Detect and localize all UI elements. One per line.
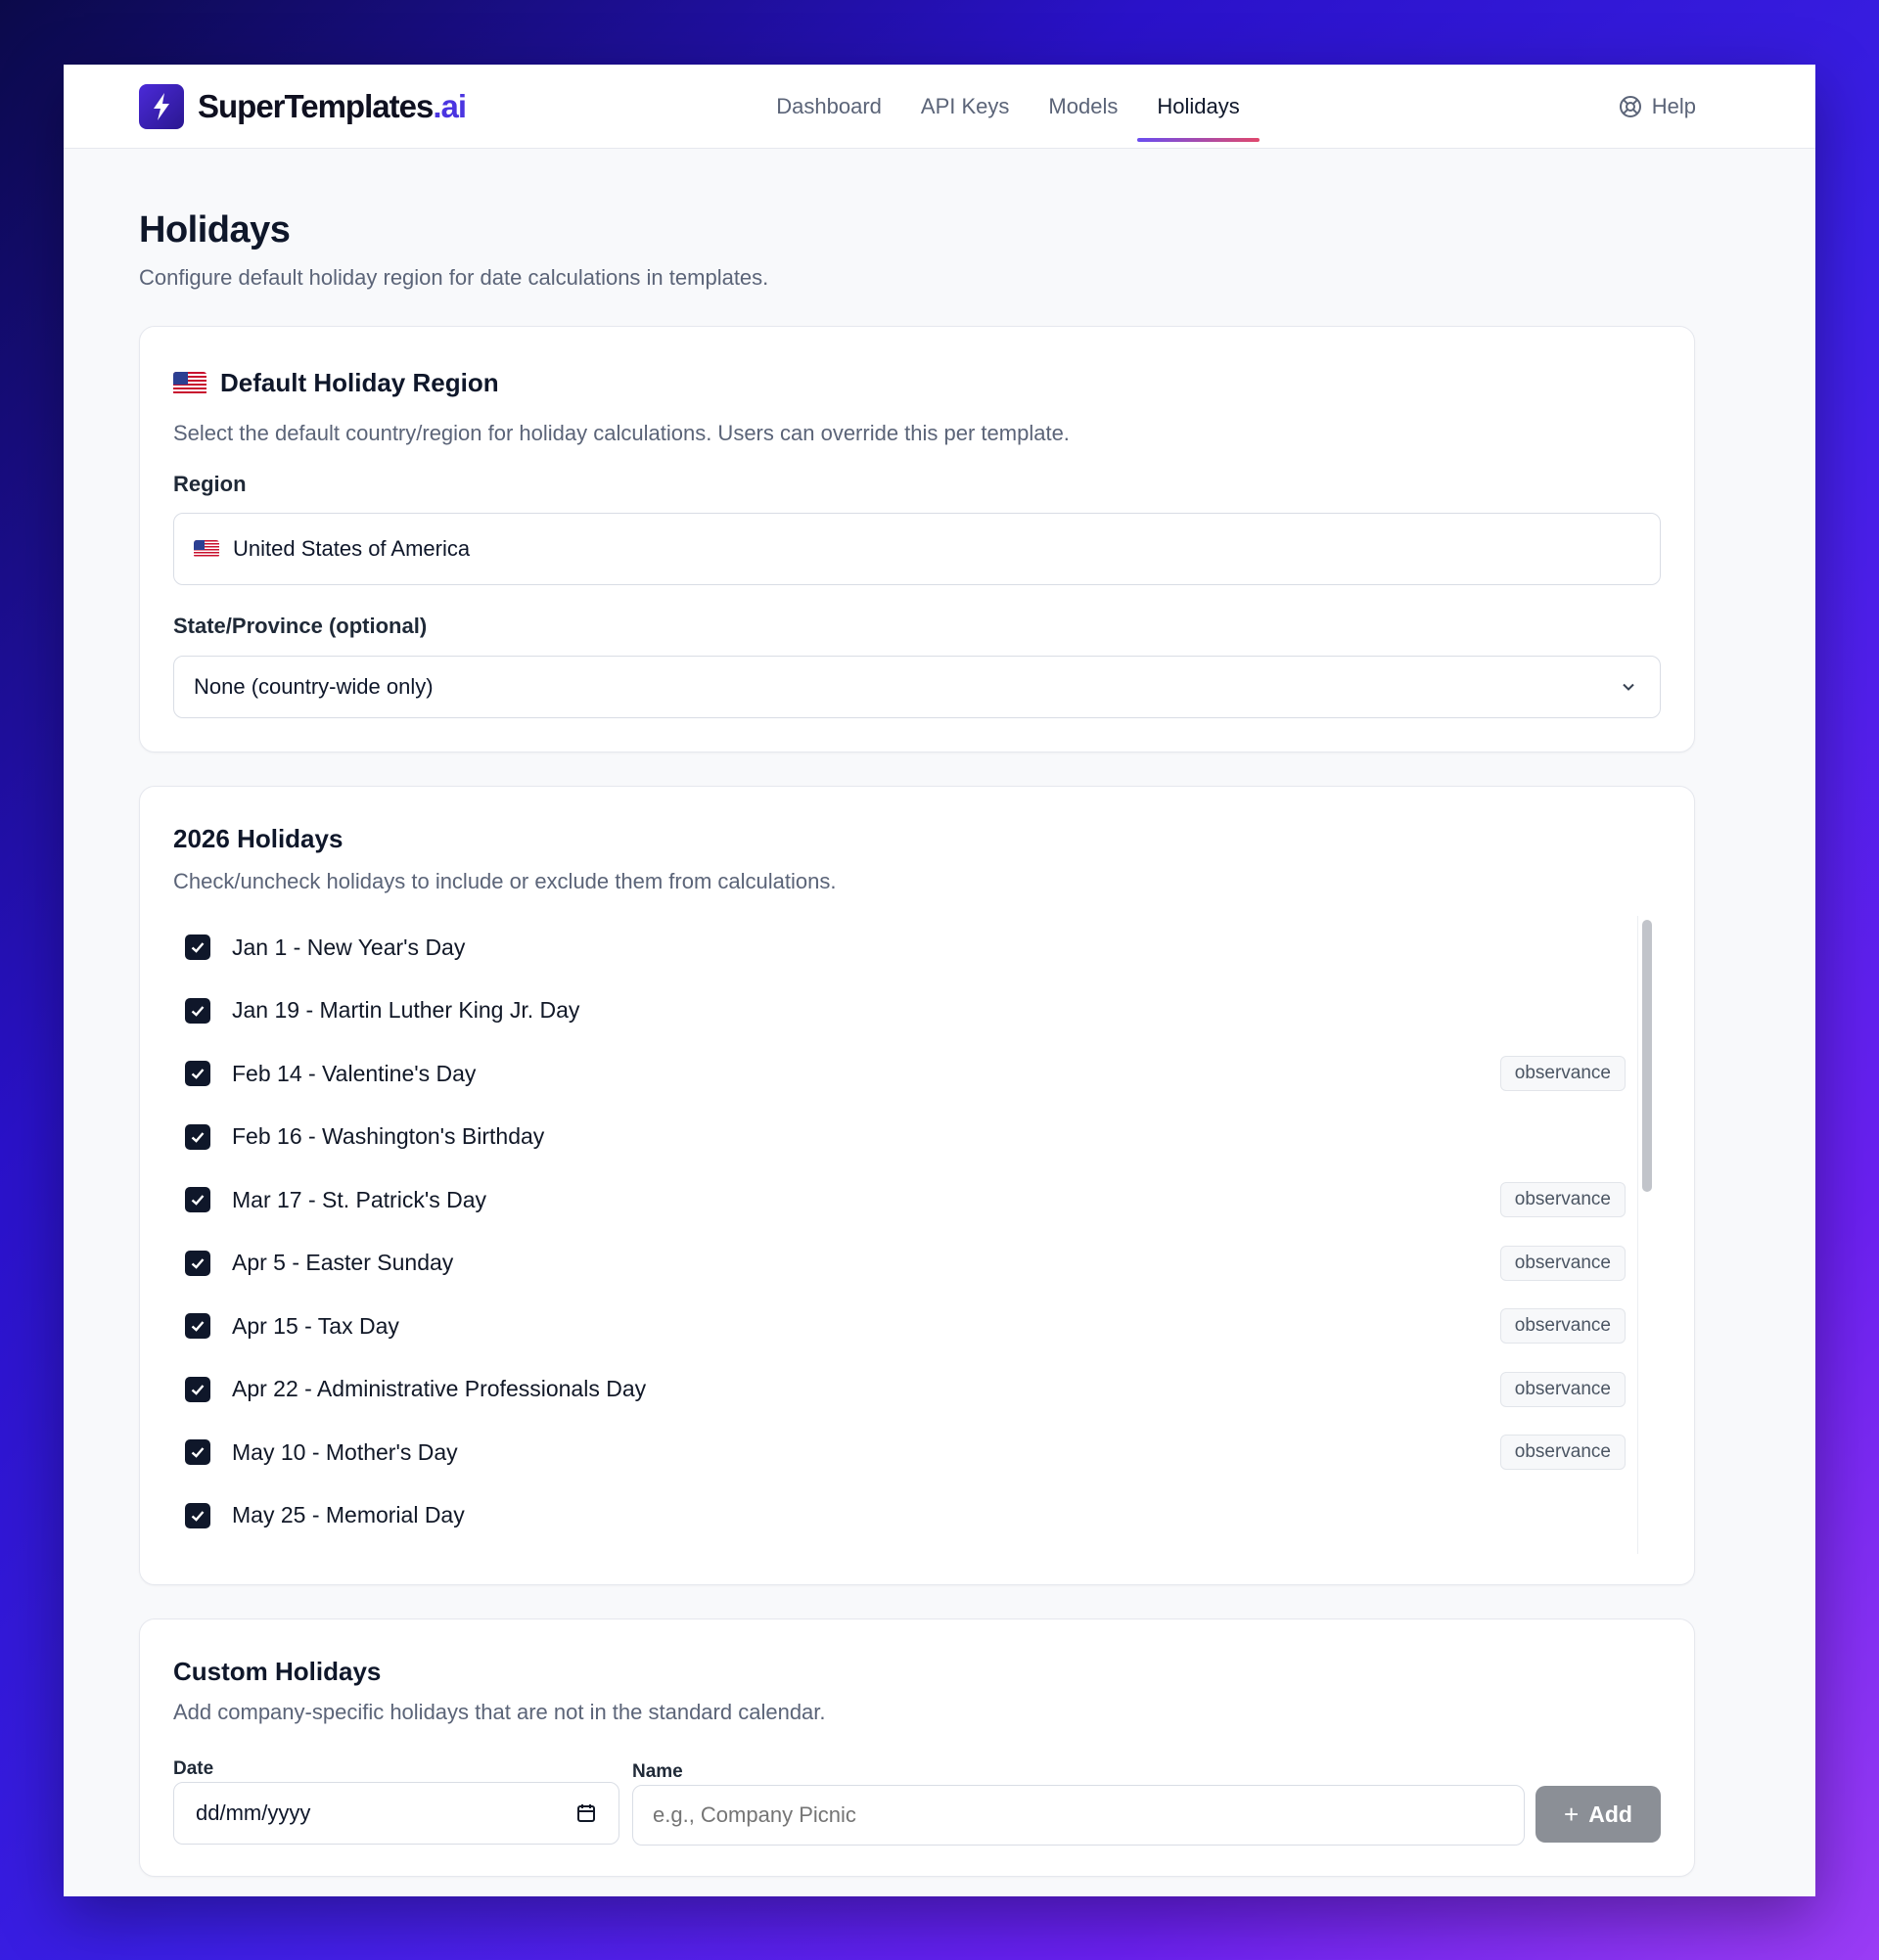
chevron-down-icon — [1623, 683, 1634, 691]
observance-badge: observance — [1499, 1182, 1626, 1218]
holiday-checkbox[interactable] — [185, 1123, 210, 1150]
holiday-label: May 10 - Mother's Day — [232, 1438, 458, 1465]
holiday-label: Mar 17 - St. Patrick's Day — [232, 1186, 487, 1212]
holiday-checkbox[interactable] — [185, 1250, 210, 1276]
checkmark-icon — [191, 1510, 205, 1522]
state-value: None (country-wide only) — [194, 674, 434, 699]
name-label: Name — [632, 1761, 683, 1782]
custom-card-title: Custom Holidays — [173, 1657, 382, 1686]
holiday-row[interactable]: Feb 16 - Washington's Birthday — [173, 1106, 1661, 1169]
holiday-checkbox[interactable] — [185, 1439, 210, 1466]
holiday-label: Feb 14 - Valentine's Day — [232, 1060, 477, 1086]
main-nav: Dashboard API Keys Models Holidays — [64, 65, 1815, 149]
holiday-label: Apr 22 - Administrative Professionals Da… — [232, 1376, 647, 1402]
holiday-row[interactable]: May 25 - Memorial Day — [173, 1484, 1661, 1548]
observance-badge: observance — [1499, 1371, 1626, 1407]
checkmark-icon — [191, 1195, 205, 1206]
region-select[interactable]: United States of America — [173, 513, 1661, 585]
holiday-checkbox[interactable] — [185, 1187, 210, 1213]
observance-badge: observance — [1499, 1245, 1626, 1281]
holiday-label: Jan 19 - Martin Luther King Jr. Day — [232, 997, 580, 1024]
holiday-row[interactable]: Jan 19 - Martin Luther King Jr. Day — [173, 980, 1661, 1043]
holiday-row[interactable]: Jan 1 - New Year's Day — [173, 916, 1661, 980]
holiday-checkbox[interactable] — [185, 1313, 210, 1340]
page-title: Holidays — [139, 209, 291, 251]
holiday-checkbox[interactable] — [185, 1061, 210, 1087]
nav-dashboard[interactable]: Dashboard — [756, 65, 901, 149]
region-value: United States of America — [233, 536, 471, 561]
us-flag-icon — [194, 540, 219, 558]
holiday-row[interactable]: Feb 14 - Valentine's Day observance — [173, 1042, 1661, 1106]
holidays-card-title: 2026 Holidays — [173, 824, 344, 853]
checkmark-icon — [191, 1131, 205, 1143]
holiday-label: Feb 16 - Washington's Birthday — [232, 1123, 545, 1150]
page-subtitle: Configure default holiday region for dat… — [139, 265, 769, 290]
checkmark-icon — [191, 1447, 205, 1458]
holiday-checkbox[interactable] — [185, 997, 210, 1024]
date-label: Date — [173, 1758, 214, 1779]
state-select[interactable]: None (country-wide only) — [173, 656, 1661, 718]
region-label: Region — [173, 472, 247, 496]
checkmark-icon — [191, 1005, 205, 1017]
holiday-label: Apr 15 - Tax Day — [232, 1312, 399, 1339]
holiday-label: May 25 - Memorial Day — [232, 1502, 465, 1528]
region-card-title-text: Default Holiday Region — [220, 368, 499, 397]
top-nav-bar: SuperTemplates.ai Dashboard API Keys Mod… — [64, 65, 1815, 149]
holiday-checkbox[interactable] — [185, 1376, 210, 1402]
holiday-list: Jan 1 - New Year's Day Jan 19 - Martin Lu… — [173, 916, 1661, 1554]
calendar-icon[interactable] — [575, 1802, 597, 1824]
holiday-row[interactable]: Apr 22 - Administrative Professionals Da… — [173, 1358, 1661, 1422]
holiday-checkbox[interactable] — [185, 934, 210, 961]
plus-icon: + — [1564, 1799, 1580, 1829]
checkmark-icon — [191, 1384, 205, 1395]
checkmark-icon — [191, 942, 205, 953]
date-input[interactable]: dd/mm/yyyy — [173, 1782, 619, 1845]
holiday-row[interactable]: Mar 17 - St. Patrick's Day observance — [173, 1168, 1661, 1232]
nav-holidays[interactable]: Holidays — [1137, 65, 1260, 149]
us-flag-icon — [173, 371, 206, 395]
state-label: State/Province (optional) — [173, 614, 428, 638]
custom-holidays-card: Custom Holidays Add company-specific hol… — [139, 1618, 1695, 1877]
scrollbar-thumb[interactable] — [1642, 920, 1652, 1192]
holiday-checkbox[interactable] — [185, 1502, 210, 1528]
add-holiday-button[interactable]: + Add — [1535, 1786, 1661, 1843]
holiday-row[interactable]: Apr 5 - Easter Sunday observance — [173, 1232, 1661, 1296]
holiday-list-scrollbar[interactable] — [1637, 916, 1653, 1554]
add-button-label: Add — [1588, 1800, 1632, 1827]
custom-card-description: Add company-specific holidays that are n… — [173, 1700, 826, 1724]
holiday-row[interactable]: Apr 15 - Tax Day observance — [173, 1295, 1661, 1358]
help-label: Help — [1651, 94, 1696, 118]
default-region-card: Default Holiday Region Select the defaul… — [139, 326, 1695, 752]
observance-badge: observance — [1499, 1308, 1626, 1345]
name-input[interactable] — [632, 1785, 1525, 1846]
holiday-label: Apr 5 - Easter Sunday — [232, 1250, 454, 1276]
lifebuoy-icon — [1619, 96, 1641, 117]
nav-api-keys[interactable]: API Keys — [901, 65, 1029, 149]
holidays-card: 2026 Holidays Check/uncheck holidays to … — [139, 786, 1695, 1585]
nav-models[interactable]: Models — [1029, 65, 1137, 149]
region-card-title: Default Holiday Region — [173, 368, 499, 398]
holidays-card-description: Check/uncheck holidays to include or exc… — [173, 869, 837, 893]
checkmark-icon — [191, 1069, 205, 1079]
checkmark-icon — [191, 1257, 205, 1269]
app-window: SuperTemplates.ai Dashboard API Keys Mod… — [64, 65, 1815, 1896]
help-link[interactable]: Help — [1619, 65, 1696, 149]
observance-badge: observance — [1499, 1056, 1626, 1092]
date-placeholder: dd/mm/yyyy — [196, 1800, 311, 1825]
holiday-row[interactable]: May 10 - Mother's Day observance — [173, 1421, 1661, 1484]
observance-badge: observance — [1499, 1435, 1626, 1471]
checkmark-icon — [191, 1321, 205, 1332]
main-content: Holidays Configure default holiday regio… — [64, 149, 1815, 1877]
holiday-label: Jan 1 - New Year's Day — [232, 934, 466, 960]
region-card-description: Select the default country/region for ho… — [173, 421, 1070, 445]
